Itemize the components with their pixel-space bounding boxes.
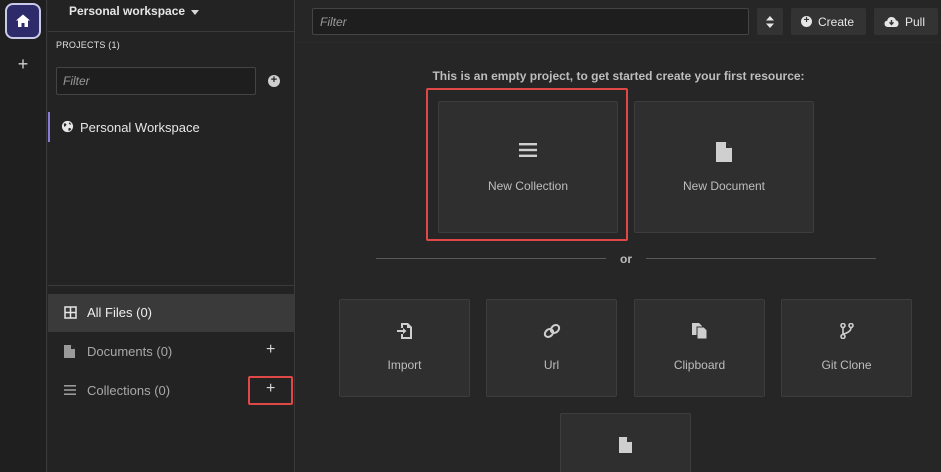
document-icon — [716, 142, 732, 162]
link-icon — [543, 324, 560, 338]
divider — [48, 285, 295, 286]
card-label: Url — [543, 358, 560, 372]
clipboard-card[interactable]: Clipboard — [634, 299, 765, 397]
resource-filter-input[interactable] — [312, 8, 749, 35]
document-icon — [619, 437, 632, 453]
project-item-personal-workspace[interactable]: Personal Workspace — [48, 112, 295, 142]
cloud-download-icon — [884, 16, 899, 27]
create-label: Create — [818, 14, 855, 29]
sort-button[interactable] — [757, 8, 783, 35]
nav-documents[interactable]: Documents (0) + — [48, 333, 295, 371]
add-workspace-button[interactable]: + — [13, 54, 33, 74]
app-window: + Personal workspace PROJECTS (1) + Pers… — [0, 0, 941, 472]
card-label: New Document — [682, 179, 766, 193]
home-icon — [16, 14, 30, 27]
add-document-button[interactable]: + — [266, 342, 275, 358]
project-name: Personal Workspace — [80, 120, 200, 135]
add-project-icon[interactable]: + — [268, 75, 280, 87]
projects-label: PROJECTS (1) — [56, 40, 120, 50]
workspace-title: Personal workspace — [69, 4, 186, 18]
globe-icon — [61, 120, 74, 133]
highlight-box — [426, 88, 628, 241]
sort-icon — [766, 15, 774, 28]
separator-line — [376, 258, 606, 259]
git-clone-card[interactable]: Git Clone — [781, 299, 912, 397]
active-indicator — [48, 112, 50, 142]
nav-label: Collections (0) — [87, 383, 171, 398]
nav-all-files[interactable]: All Files (0) — [48, 294, 295, 332]
left-rail: + — [0, 0, 47, 472]
create-button[interactable]: + Create — [791, 8, 866, 35]
nav-label: Documents (0) — [87, 344, 173, 359]
pull-button[interactable]: Pull — [874, 8, 938, 35]
resource-card-partial[interactable] — [560, 413, 691, 472]
main-panel: + Create Pull This is an empty project, … — [296, 0, 941, 472]
card-label: Git Clone — [821, 358, 872, 372]
git-branch-icon — [839, 323, 854, 339]
url-card[interactable]: Url — [486, 299, 617, 397]
separator-line — [646, 258, 876, 259]
card-label: Clipboard — [673, 358, 726, 372]
card-label: Import — [387, 358, 422, 372]
new-document-card[interactable]: New Document — [634, 101, 814, 233]
or-separator: or — [376, 252, 876, 266]
sidebar: Personal workspace PROJECTS (1) + Person… — [48, 0, 295, 472]
or-label: or — [620, 252, 632, 266]
plus-circle-icon: + — [801, 16, 812, 27]
highlight-box — [248, 376, 293, 405]
empty-project-message: This is an empty project, to get started… — [432, 69, 805, 83]
import-icon — [397, 323, 412, 339]
list-icon — [64, 385, 76, 395]
caret-down-icon — [191, 9, 200, 15]
divider — [296, 42, 941, 43]
home-button[interactable] — [5, 3, 41, 39]
pull-label: Pull — [905, 14, 926, 29]
document-icon — [64, 345, 75, 358]
divider — [48, 31, 295, 32]
nav-label: All Files (0) — [87, 305, 153, 320]
grid-icon — [64, 306, 77, 319]
clipboard-icon — [691, 323, 707, 339]
project-filter-input[interactable] — [56, 67, 256, 95]
workspace-dropdown[interactable]: Personal workspace — [69, 4, 200, 18]
import-card[interactable]: Import — [339, 299, 470, 397]
